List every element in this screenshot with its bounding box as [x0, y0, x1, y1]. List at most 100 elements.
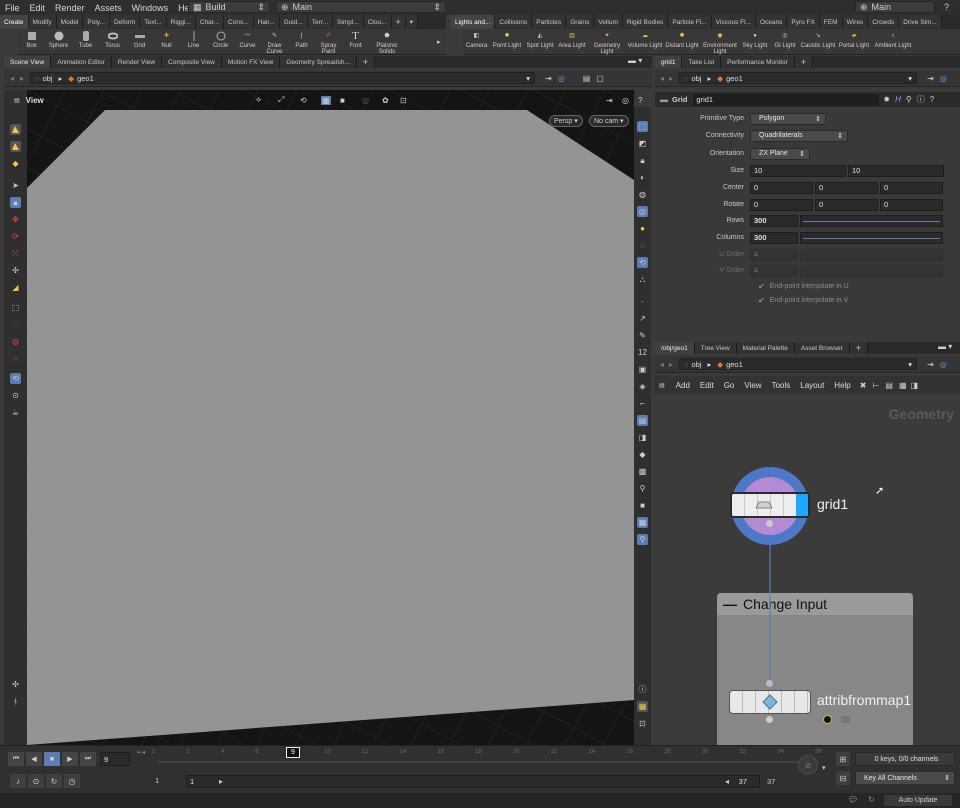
shelf-tab[interactable]: Text... [140, 15, 167, 29]
tab-animation-editor[interactable]: Animation Editor [51, 56, 112, 68]
shelf-tab[interactable]: Particles [532, 15, 567, 29]
shelf-tab[interactable]: Drive Sim... [899, 15, 942, 29]
tool-environment-light[interactable]: ◉ Environment Light [700, 29, 740, 55]
marker-icon[interactable]: ⚲ [637, 534, 648, 545]
tab-grid1[interactable]: grid1 [655, 56, 683, 68]
tool-volume-light[interactable]: ☁ Volume Light [626, 29, 664, 49]
size-x-field[interactable]: 10 [750, 164, 846, 177]
range-slider[interactable]: 1 ▸ ◂ 37 [186, 775, 760, 788]
snap-icon[interactable]: ✣ [10, 679, 21, 690]
add-shelf-button[interactable]: + [391, 15, 406, 29]
shelf-tab[interactable]: Rigid Bodies [622, 15, 669, 29]
tool-geometry-light[interactable]: ✦ Geometry Light [588, 29, 626, 55]
paint-select-icon[interactable]: ◍ [10, 336, 21, 347]
loop-icon[interactable]: ↻ [46, 774, 62, 788]
add-tab-button[interactable]: + [849, 342, 868, 354]
size-y-field[interactable]: 10 [848, 164, 944, 177]
path-obj[interactable]: obj [692, 74, 702, 83]
output-connector[interactable] [766, 520, 773, 527]
desktop-build-select[interactable]: ▦ Build ⇕ [188, 1, 270, 13]
display-icon[interactable]: ▤ [637, 415, 648, 426]
channel-icon[interactable]: ⊟ [836, 771, 850, 785]
menu-edit[interactable]: Edit [695, 381, 719, 390]
shelf-tab[interactable]: Deform [109, 15, 141, 29]
key-nav-icon[interactable]: ⇤◂ [137, 749, 145, 756]
rotate-y-field[interactable]: 0 [815, 198, 878, 211]
quad-icon[interactable]: ▦ [637, 701, 648, 712]
display-options-icon[interactable]: ⟡ [256, 95, 261, 105]
magnet-icon[interactable]: ∩ [10, 353, 21, 364]
menu-edit[interactable]: Edit [25, 3, 51, 13]
menu-layout[interactable]: Layout [795, 381, 829, 390]
back-icon[interactable]: ◂ [660, 74, 664, 83]
state-icon[interactable] [10, 141, 21, 152]
cube-icon[interactable]: ▣ [637, 364, 648, 375]
dot-icon[interactable]: · [637, 296, 648, 307]
menu-add[interactable]: Add [671, 381, 695, 390]
shelf-tab[interactable]: Particle Fl... [668, 15, 712, 29]
auto-update-button[interactable]: Auto Update [884, 795, 952, 806]
path-dropdown-icon[interactable]: ▾ [908, 360, 912, 369]
shelf-tab[interactable]: Viscous Fl... [711, 15, 756, 29]
shelf-tab[interactable]: Crowds [868, 15, 900, 29]
select-box-icon[interactable]: ⬚ [10, 302, 21, 313]
tool-camera[interactable]: ◧ Camera [463, 29, 490, 49]
camera-snap-icon[interactable]: ⊡ [637, 718, 648, 729]
param-path-field[interactable]: ◌ obj ▸ ◆ geo1 ▾ [679, 72, 918, 84]
stop-icon[interactable]: ■ [44, 752, 60, 766]
tool-sphere[interactable]: Sphere [45, 29, 72, 49]
rotate-z-field[interactable]: 0 [880, 198, 943, 211]
shelf-tab[interactable]: Collisions [495, 15, 533, 29]
layout-icon[interactable]: ▤ [583, 74, 591, 83]
path-dropdown-icon[interactable]: ▾ [526, 74, 530, 83]
columns-slider[interactable] [800, 231, 943, 244]
viewport-menu-icon[interactable]: ▤ [14, 97, 20, 104]
viewport-help-icon[interactable]: ? [638, 96, 642, 105]
snapshot-icon[interactable]: ✿ [382, 96, 389, 105]
link-icon[interactable]: ◎ [558, 74, 565, 83]
rows-field[interactable]: 300 [750, 214, 798, 227]
pane-menu-icon[interactable]: ▬ ▾ [938, 342, 952, 351]
shading-icon[interactable]: ■ [340, 96, 345, 105]
shelf-tab[interactable]: Cons... [224, 15, 254, 29]
lasso-icon[interactable]: ◌ [10, 319, 21, 330]
network-editor[interactable]: Geometry — Change Input grid1 attribfrom… [655, 394, 960, 745]
tool-area-light[interactable]: ▥ Area Light [556, 29, 588, 49]
pane-menu-icon[interactable]: ▬ ▾ [628, 56, 642, 65]
frame-icon[interactable]: ⌐ [637, 398, 648, 409]
param-interp-v[interactable]: ✔ End-point interpolate in V [658, 293, 960, 308]
timeline-menu-icon[interactable]: ▾ [822, 764, 826, 772]
square-icon[interactable]: ■ [637, 500, 648, 511]
shelf-tab[interactable]: Riggi... [166, 15, 196, 29]
probe-icon[interactable]: ⚲ [637, 483, 648, 494]
menu-windows[interactable]: Windows [127, 3, 174, 13]
shelf-tab[interactable]: Terr... [307, 15, 334, 29]
u-order-field[interactable]: 4 [750, 248, 798, 261]
desktop-main-select[interactable]: ⊕ Main ⇕ [276, 1, 446, 13]
camera-menu[interactable]: No cam ▾ [589, 115, 629, 127]
playhead-marker[interactable]: 9 [286, 747, 300, 758]
keys-icon[interactable]: ⊞ [836, 752, 850, 766]
range-right-handle-icon[interactable]: ◂ [725, 777, 729, 786]
connectivity-dropdown[interactable]: Quadrilaterals ⇕ [750, 129, 848, 142]
light-icon[interactable]: ◐ [637, 172, 648, 183]
maximize-icon[interactable]: ▢ [596, 74, 604, 83]
columns-field[interactable]: 300 [750, 231, 798, 244]
viewport[interactable] [27, 90, 634, 745]
center-y-field[interactable]: 0 [815, 181, 878, 194]
render-icon[interactable]: ⊡ [400, 96, 407, 105]
viewport-link-icon[interactable]: ◎ [622, 96, 629, 105]
pose-icon[interactable]: ✣ [10, 265, 21, 276]
thumbnail-icon[interactable]: ◨ [911, 381, 919, 390]
menu-render[interactable]: Render [50, 3, 90, 13]
timeline-ruler[interactable]: 124681012141618202224262830323436 9 [152, 747, 822, 769]
viewport-layout-icon[interactable]: ▦ [637, 517, 648, 528]
tool-path[interactable]: ∫ Path [288, 29, 315, 49]
menu-assets[interactable]: Assets [90, 3, 127, 13]
tool-null[interactable]: ✚ Null [153, 29, 180, 49]
help-icon[interactable]: ? [944, 2, 949, 12]
shelf-scroll-icon[interactable]: ▸ [437, 38, 441, 46]
forward-icon[interactable]: ▸ [20, 74, 24, 83]
audio-icon[interactable]: ♪ [10, 774, 26, 788]
shelf-tab[interactable]: Wires [842, 15, 869, 29]
